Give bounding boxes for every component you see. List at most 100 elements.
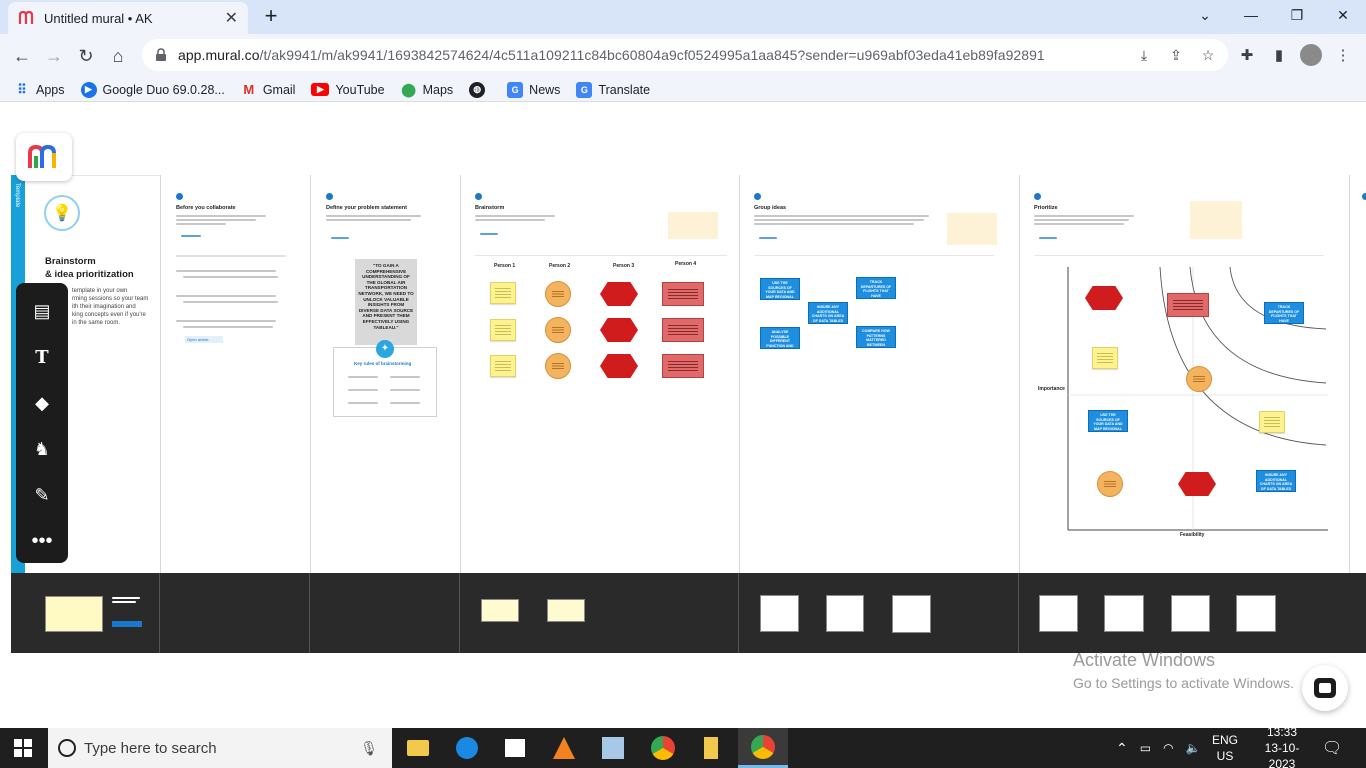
taskbar-search-input[interactable]: Type here to search 🎙 [48,728,392,768]
text-tool-icon[interactable]: T [28,343,56,371]
minimize-button[interactable]: — [1228,0,1274,30]
group-card[interactable]: TRACK DEPARTURES OF FLIGHTS THAT HAVE MA… [856,277,896,299]
problem-statement-card[interactable]: "TO GAIN A COMPREHENSIVE UNDERSTANDING O… [355,259,417,345]
chrome-app-icon[interactable] [640,728,686,768]
file-explorer-app-icon[interactable] [395,728,441,768]
start-button[interactable] [0,728,46,768]
chrome-active-app-icon[interactable] [738,728,788,768]
group-card[interactable]: ANALYSE POSSIBLE DIFFERENT FUNCTION AND … [760,327,800,349]
tip-card[interactable] [947,213,997,245]
tip-card[interactable] [668,212,718,239]
sticky-note[interactable] [1259,411,1285,433]
red-note[interactable] [1167,293,1209,317]
prioritize-thumbnail[interactable] [1104,595,1144,632]
brainstorm-thumbnail[interactable] [481,599,519,622]
bookmark-news[interactable]: G News [507,81,560,98]
hexagon-note[interactable] [600,354,638,378]
bookmark-gmail[interactable]: M Gmail [241,82,295,98]
circle-note[interactable] [1186,366,1212,392]
battery-icon[interactable]: ▭ [1140,741,1151,755]
section-group-ideas[interactable]: Group ideas USE THE SOURCES OF YOUR DATA… [739,175,1019,573]
reload-button[interactable]: ↻ [72,42,100,70]
browser-tab[interactable]: Untitled mural • AK ✕ [8,2,248,34]
hexagon-note[interactable] [600,282,638,306]
store-app-icon[interactable] [492,728,538,768]
circle-note[interactable] [1097,471,1123,497]
tray-chevron-icon[interactable]: ⌃ [1116,740,1128,757]
side-panel-icon[interactable]: ▮ [1268,44,1290,66]
profile-avatar[interactable] [1300,44,1322,66]
group-card[interactable]: INSURE ANY ADDITIONAL CHARTS ON AREA OF … [808,302,848,324]
group-card[interactable]: INSURE ANY ADDITIONAL CHARTS ON AREA OF … [1256,470,1296,492]
template-thumbnail[interactable] [45,596,103,632]
group-card[interactable]: COMPARE HOW PATTERNS MATTERED BETWEEN DI… [856,326,896,348]
network-icon[interactable]: ◠ [1163,741,1173,755]
install-app-icon[interactable]: ⤓ [1134,45,1154,65]
notes-app-icon[interactable] [688,728,734,768]
bookmark-translate[interactable]: G Translate [576,81,650,98]
mural-logo[interactable] [16,133,72,181]
pen-tool-icon[interactable]: ✎ [28,481,56,509]
hexagon-note[interactable] [1178,472,1216,496]
hexagon-note[interactable] [600,318,638,342]
microphone-icon[interactable]: 🎙 [360,740,378,757]
section-before-you-collaborate[interactable]: Before you collaborate Open article [160,175,310,573]
prioritize-thumbnail[interactable] [1171,595,1210,632]
circle-note[interactable] [545,353,571,379]
group-card[interactable]: TRACK DEPARTURES OF FLIGHTS THAT HAVE MA… [1264,302,1304,324]
sticky-note[interactable] [490,355,516,377]
tab-close-icon[interactable]: ✕ [225,8,238,28]
key-rules-card[interactable]: ✦ Key rules of brainstorming [333,340,437,417]
section-prioritize[interactable]: Prioritize Importance Feasibility TRACK … [1019,175,1349,573]
sticky-note[interactable] [490,282,516,304]
group-thumbnail[interactable] [760,595,799,632]
group-card[interactable]: USE THE SOURCES OF YOUR DATA AND MAP REG… [1088,410,1128,432]
red-note[interactable] [662,282,704,306]
vlc-app-icon[interactable] [541,728,587,768]
close-window-button[interactable]: ✕ [1320,0,1366,30]
section-define-problem[interactable]: Define your problem statement "TO GAIN A… [310,175,460,573]
bookmark-star-icon[interactable]: ☆ [1198,45,1218,65]
brainstorm-thumbnail[interactable] [547,599,585,622]
red-note[interactable] [662,354,704,378]
bookmark-google-duo[interactable]: ▶ Google Duo 69.0.28... [80,81,225,98]
circle-note[interactable] [545,317,571,343]
sticky-note[interactable] [1092,347,1118,369]
chat-button[interactable] [1302,665,1348,711]
chrome-menu-icon[interactable]: ⋮ [1332,44,1354,66]
section-brainstorm[interactable]: Brainstorm Person 1 Person 2 Person 3 Pe… [460,175,739,573]
prioritize-thumbnail[interactable] [1039,595,1078,632]
open-article-button[interactable]: Open article [185,336,223,343]
bookmark-globe[interactable]: ◍ [469,81,491,98]
edge-app-icon[interactable] [444,728,490,768]
group-thumbnail[interactable] [826,595,864,632]
mural-canvas[interactable]: Template 💡 Brainstorm & idea prioritizat… [0,103,1366,717]
shapes-tool-icon[interactable]: ◆ [28,389,56,417]
section-partial[interactable] [1349,175,1366,573]
circle-note[interactable] [545,281,571,307]
tip-card[interactable] [1190,201,1242,239]
prioritize-thumbnail[interactable] [1236,595,1276,632]
snipping-app-icon[interactable] [590,728,636,768]
promo-button[interactable] [112,621,142,627]
group-thumbnail[interactable] [892,595,931,633]
home-button[interactable]: ⌂ [104,42,132,70]
forward-button[interactable]: → [40,42,68,70]
bookmark-youtube[interactable]: ▶ YouTube [311,83,385,97]
new-tab-button[interactable]: + [258,4,284,30]
hexagon-note[interactable] [1085,286,1123,310]
clock[interactable]: 13:33 13-10-2023 [1252,725,1312,768]
group-card[interactable]: USE THE SOURCES OF YOUR DATA AND MAP REG… [760,278,800,300]
back-button[interactable]: ← [8,42,36,70]
sticky-note[interactable] [490,319,516,341]
llama-icon[interactable]: ♞ [28,435,56,463]
language-indicator[interactable]: ENG US [1212,728,1238,768]
volume-icon[interactable]: 🔈 [1186,741,1201,755]
bookmark-apps[interactable]: ⠿ Apps [14,82,64,98]
address-bar[interactable]: app.mural.co/t/ak9941/m/ak9941/169384257… [142,39,1228,71]
more-tools-icon[interactable]: ••• [28,527,56,555]
inspiration-promo[interactable] [112,597,147,627]
sticky-note-tool-icon[interactable]: ▤ [28,297,56,325]
notifications-icon[interactable]: 🗨 [1322,728,1342,768]
bookmark-maps[interactable]: ⬤ Maps [401,82,453,98]
